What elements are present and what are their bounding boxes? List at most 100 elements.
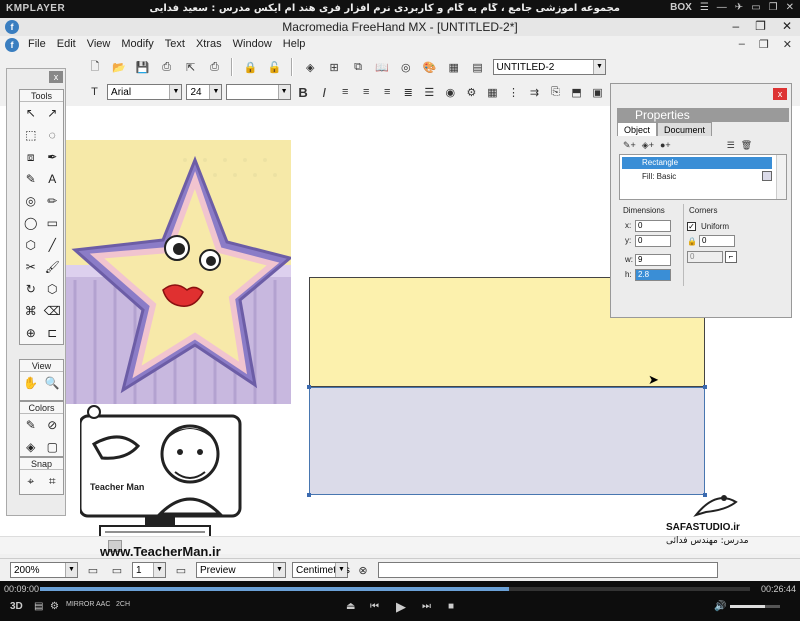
unlock-icon[interactable]: 🔓	[265, 58, 283, 76]
badge-3d[interactable]: 3D	[10, 601, 23, 612]
attach-to-path-icon[interactable]: ⎘	[547, 83, 564, 101]
delete-icon[interactable]: 🗑	[741, 140, 752, 151]
new-file-icon[interactable]: 🗋	[86, 58, 104, 76]
align-center-icon[interactable]: ≡	[358, 83, 375, 101]
next-icon[interactable]: ⏭	[422, 601, 431, 612]
y-field[interactable]: 0	[635, 235, 671, 247]
pointer-tool-icon[interactable]: ↖	[20, 102, 42, 124]
snap-to-point-icon[interactable]: ⌖	[20, 470, 42, 492]
library-icon[interactable]: 📖	[373, 58, 391, 76]
chevron-down-icon[interactable]: ▼	[65, 563, 77, 577]
color-mixer-icon[interactable]: 🎨	[421, 58, 439, 76]
seek-bar[interactable]	[40, 587, 750, 591]
font-style-select[interactable]: ▼	[226, 84, 291, 100]
ellipse-tool-icon[interactable]: ◯	[20, 212, 42, 234]
link-icon[interactable]: ⚙	[463, 83, 480, 101]
properties-close-button[interactable]: x	[773, 88, 787, 100]
close-button[interactable]: ✕	[782, 19, 792, 33]
units-select[interactable]: Centimeters ▼	[292, 562, 350, 578]
corner-shape-icon[interactable]: ⌐	[725, 251, 737, 263]
justify-icon[interactable]: ≣	[400, 83, 417, 101]
selection-handle[interactable]	[307, 493, 311, 497]
menu-text[interactable]: Text	[165, 38, 185, 50]
view-mode-select[interactable]: Preview ▼	[196, 562, 286, 578]
add-stroke-icon[interactable]: ✎+	[623, 140, 636, 151]
polygon-tool-icon[interactable]: ⬡	[20, 234, 42, 256]
lock-icon[interactable]: 🔒	[241, 58, 259, 76]
page-next-icon[interactable]: ▭	[108, 561, 126, 579]
x-field[interactable]: 0	[635, 220, 671, 232]
options-icon[interactable]: ☰	[727, 140, 735, 151]
add-fill-icon[interactable]: ◈+	[642, 140, 654, 151]
stroke-color-icon[interactable]: ✎	[20, 414, 42, 436]
align-left-icon[interactable]: ≡	[337, 83, 354, 101]
minimize-button[interactable]: –	[732, 19, 739, 33]
menu-edit[interactable]: Edit	[57, 38, 76, 50]
eject-icon[interactable]: ⏏	[346, 601, 355, 612]
pen-tool-icon[interactable]: ✎	[20, 168, 42, 190]
import-icon[interactable]: ⎙	[158, 58, 176, 76]
tools-close-button[interactable]: x	[49, 71, 63, 83]
subselect-tool-icon[interactable]: ↗	[42, 102, 64, 124]
swatches-icon[interactable]: ▦	[445, 58, 463, 76]
chevron-down-icon[interactable]: ▼	[169, 85, 182, 99]
text-style-icon[interactable]: T	[86, 83, 103, 101]
player-restore-button[interactable]: ❐	[769, 2, 778, 13]
connector-tool-icon[interactable]: ⊏	[42, 322, 64, 344]
trace-tool-icon[interactable]: ⌘	[20, 300, 42, 322]
tab-object[interactable]: Object	[617, 122, 658, 136]
flush-icon[interactable]: ☰	[421, 83, 438, 101]
italic-icon[interactable]: I	[316, 83, 333, 101]
text-flow-icon[interactable]: ⇉	[526, 83, 543, 101]
fill-swatch-icon[interactable]: ▢	[42, 436, 64, 458]
properties-row-fill[interactable]: Fill: Basic	[642, 172, 782, 181]
eyedropper-tool-icon[interactable]: ✒	[42, 146, 64, 168]
w-field[interactable]: 9	[635, 254, 671, 266]
page-select[interactable]: 1 ▼	[132, 562, 166, 578]
corner-radius-field-2[interactable]: 0	[687, 251, 723, 263]
tab-document[interactable]: Document	[657, 122, 713, 136]
selection-handle[interactable]	[307, 385, 311, 389]
rotate-tool-icon[interactable]: ↻	[20, 278, 42, 300]
fill-icon[interactable]: ◉	[442, 83, 459, 101]
save-icon[interactable]: 💾	[134, 58, 152, 76]
pencil-tool-icon[interactable]: ✏	[42, 190, 64, 212]
player-close-button[interactable]: ✕	[786, 2, 794, 13]
doc-close-button[interactable]: ✕	[783, 38, 792, 51]
menu-help[interactable]: Help	[283, 38, 306, 50]
text-tool-icon[interactable]: A	[42, 168, 64, 190]
doc-restore-button[interactable]: ❐	[759, 38, 769, 51]
menu-window[interactable]: Window	[233, 38, 272, 50]
transform-icon[interactable]: ◈	[301, 58, 319, 76]
menu-view[interactable]: View	[87, 38, 111, 50]
snap-to-grid-icon[interactable]: ⌗	[42, 470, 64, 492]
badge-aac[interactable]: AAC	[96, 601, 110, 608]
h-field[interactable]: 2.8	[635, 269, 671, 281]
stop-icon[interactable]: ■	[448, 601, 454, 612]
corner-radius-field[interactable]: 0	[699, 235, 735, 247]
document-select[interactable]: UNTITLED-2 ▼	[492, 59, 606, 75]
menu-modify[interactable]: Modify	[121, 38, 153, 50]
eraser-tool-icon[interactable]: ⌫	[42, 300, 64, 322]
player-pin-icon[interactable]: ✈	[735, 2, 743, 13]
menu-file[interactable]: File	[28, 38, 46, 50]
document-icon[interactable]: f	[5, 38, 19, 52]
rectangle-tool-icon[interactable]: ▭	[42, 212, 64, 234]
page-icon[interactable]: ▭	[172, 561, 190, 579]
blend-tool-icon[interactable]: ⊕	[20, 322, 42, 344]
properties-row-rectangle[interactable]: Rectangle	[622, 157, 772, 169]
chevron-down-icon[interactable]: ▼	[592, 60, 605, 74]
properties-title[interactable]: Properties	[617, 108, 789, 122]
page-prev-icon[interactable]: ▭	[84, 561, 102, 579]
volume-slider[interactable]	[730, 605, 780, 608]
line-tool-icon[interactable]: ╱	[42, 234, 64, 256]
play-icon[interactable]: ▶	[396, 599, 406, 615]
chevron-down-icon[interactable]: ▼	[277, 85, 290, 99]
font-size-select[interactable]: 24 ▼	[186, 84, 223, 100]
brush-tool-icon[interactable]: 🖌	[42, 256, 64, 278]
export-icon[interactable]: ⇱	[182, 58, 200, 76]
selected-purple-rectangle[interactable]	[307, 385, 707, 497]
previous-icon[interactable]: ⏮	[370, 601, 379, 612]
selection-handle[interactable]	[703, 385, 707, 389]
fill-color-swatch[interactable]	[762, 171, 772, 181]
